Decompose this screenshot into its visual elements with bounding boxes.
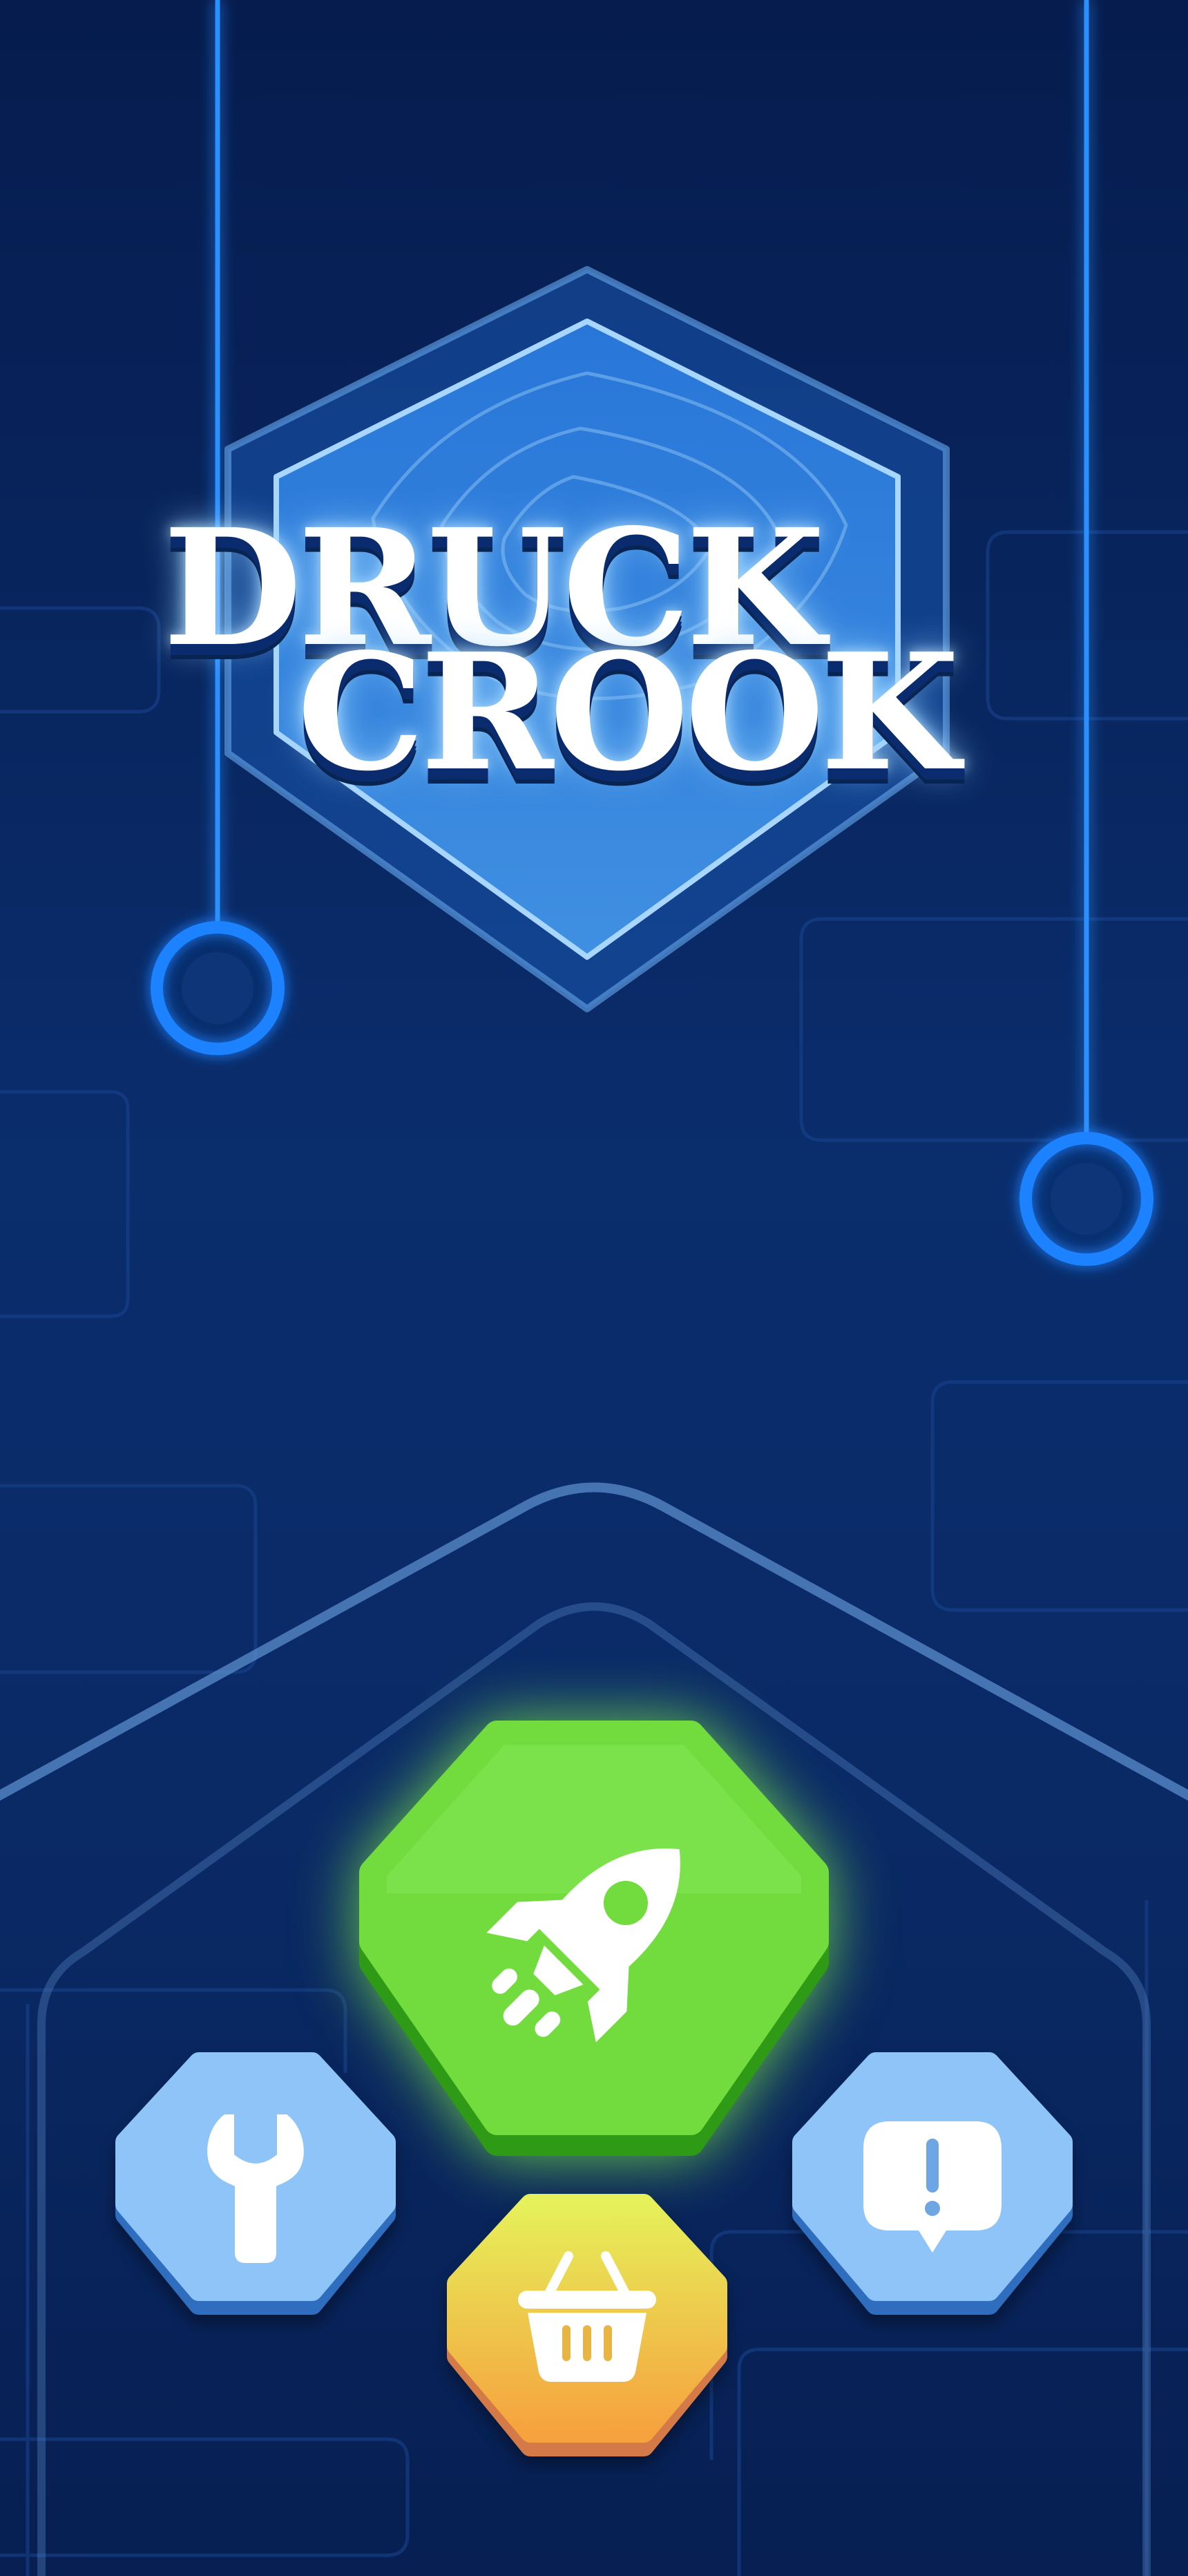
neon-pendant-right (1019, 0, 1153, 1266)
shop-button[interactable] (441, 2187, 734, 2463)
alerts-hex-shape (792, 2052, 1073, 2315)
play-hex-shape (359, 1721, 829, 2156)
play-button[interactable] (359, 1714, 829, 2156)
settings-button[interactable] (109, 2045, 402, 2322)
main-menu-screen: DRUCK CROOK (0, 0, 1188, 2576)
alerts-button[interactable] (786, 2045, 1079, 2322)
shop-hex-shape (447, 2194, 727, 2456)
settings-hex-shape (115, 2052, 396, 2315)
game-title-line-2: CROOK (297, 618, 959, 806)
